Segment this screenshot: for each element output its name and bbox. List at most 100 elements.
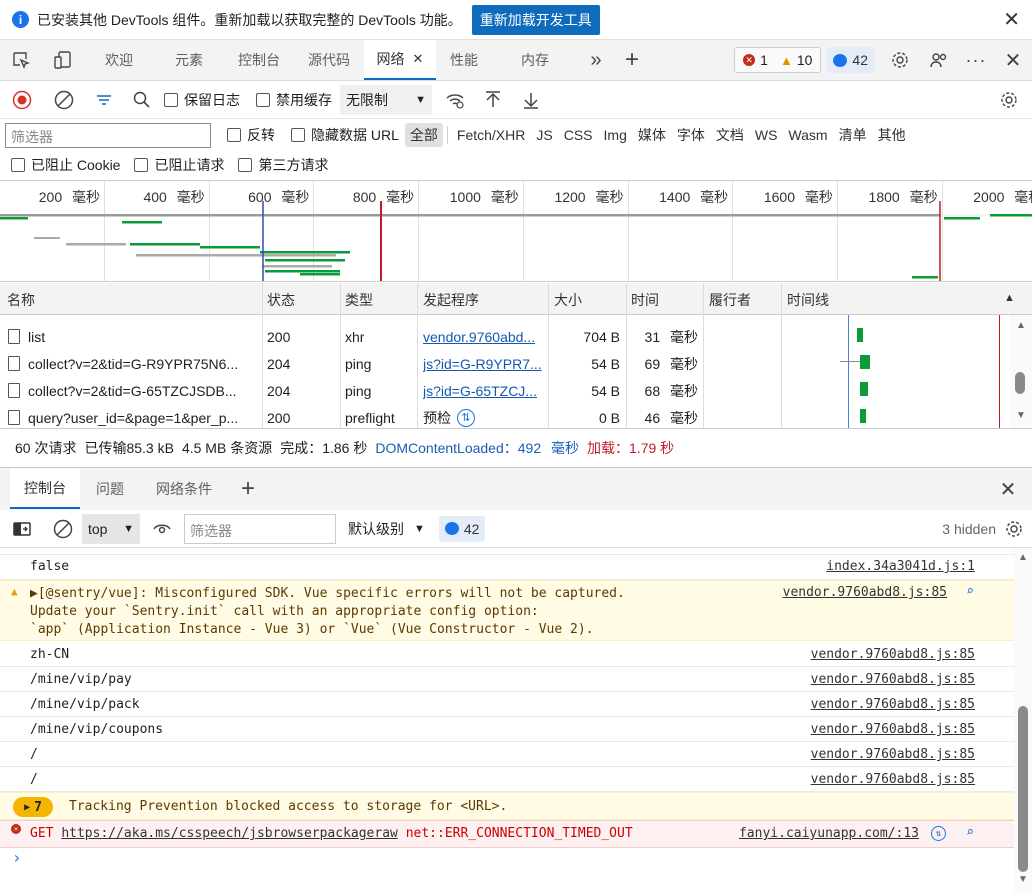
- scroll-down-icon[interactable]: ▼: [1018, 874, 1028, 885]
- console-issues-counter[interactable]: 42: [438, 515, 486, 542]
- network-overview[interactable]: 200 毫秒 400 毫秒 600 毫秒 800 毫秒 1000 毫秒 1200 毫秒 14…: [0, 180, 1032, 282]
- col-status[interactable]: 状态: [267, 290, 295, 310]
- live-expression-eye-icon[interactable]: [140, 510, 184, 548]
- clear-icon[interactable]: [44, 81, 84, 119]
- drawer-tab-issues[interactable]: 问题: [80, 469, 140, 509]
- tab-welcome[interactable]: 欢迎: [84, 40, 154, 80]
- error-warning-counter[interactable]: ✕ 1 ▲ 10: [734, 47, 822, 73]
- log-level-select[interactable]: 默认级别 ▼: [348, 519, 425, 539]
- drawer-tab-network-conditions[interactable]: 网络条件: [140, 469, 228, 509]
- clear-console-icon[interactable]: [44, 510, 82, 548]
- console-source-link[interactable]: vendor.9760abd8.js:85: [811, 722, 975, 737]
- error-url-link[interactable]: https://aka.ms/csspeech/jsbrowserpackage…: [61, 826, 398, 841]
- blocked-cookies-box[interactable]: [11, 158, 25, 172]
- hide-data-urls-checkbox[interactable]: 隐藏数据 URL: [291, 125, 399, 145]
- console-warning-group-row[interactable]: ▶ 7 Tracking Prevention blocked access t…: [0, 792, 1014, 820]
- console-sidebar-icon[interactable]: [0, 510, 44, 548]
- console-filter-input[interactable]: 筛选器: [184, 513, 336, 544]
- invert-checkbox[interactable]: 反转: [227, 125, 275, 145]
- blocked-cookies-checkbox[interactable]: 已阻止 Cookie: [11, 155, 120, 175]
- preserve-log-box[interactable]: [164, 92, 178, 107]
- inspect-element-icon[interactable]: [0, 40, 42, 80]
- infobar-close-icon[interactable]: ✕: [1003, 7, 1020, 32]
- col-size[interactable]: 大小: [554, 290, 582, 310]
- console-scrollbar[interactable]: ▲ ▼: [1014, 548, 1032, 892]
- device-emulation-icon[interactable]: [42, 40, 84, 80]
- reload-devtools-button[interactable]: 重新加载开发工具: [471, 4, 600, 35]
- preserve-log-checkbox[interactable]: 保留日志: [164, 90, 240, 110]
- tab-console[interactable]: 控制台: [224, 40, 294, 80]
- more-tabs-icon[interactable]: »: [578, 40, 614, 80]
- import-har-icon[interactable]: [474, 81, 512, 119]
- tab-sources[interactable]: 源代码: [294, 40, 364, 80]
- type-filter-img[interactable]: Img: [599, 123, 632, 147]
- search-icon[interactable]: [124, 81, 160, 119]
- col-time[interactable]: 时间: [631, 290, 659, 310]
- type-filter-doc[interactable]: 文档: [711, 123, 749, 147]
- drawer-add-tab-icon[interactable]: +: [228, 469, 268, 509]
- network-filter-input[interactable]: 筛选器: [5, 122, 211, 148]
- drawer-close-icon[interactable]: ✕: [984, 469, 1032, 509]
- search-icon[interactable]: ⌕: [966, 825, 974, 840]
- type-filter-wasm[interactable]: Wasm: [783, 123, 832, 147]
- scrollbar-thumb[interactable]: [1018, 706, 1028, 872]
- console-source-link[interactable]: vendor.9760abd8.js:85: [811, 747, 975, 762]
- type-filter-css[interactable]: CSS: [559, 123, 598, 147]
- third-party-checkbox[interactable]: 第三方请求: [238, 155, 328, 175]
- search-icon[interactable]: ⌕: [966, 584, 974, 599]
- type-filter-ws[interactable]: WS: [750, 123, 783, 147]
- col-fulfilled-by[interactable]: 履行者: [709, 290, 751, 310]
- type-filter-other[interactable]: 其他: [873, 123, 911, 147]
- request-initiator-link[interactable]: js?id=G-R9YPR7...: [423, 350, 545, 377]
- console-settings-gear-icon[interactable]: [996, 510, 1032, 548]
- network-conditions-icon[interactable]: [436, 81, 474, 119]
- drawer-tab-console[interactable]: 控制台: [10, 469, 80, 509]
- type-filter-media[interactable]: 媒体: [633, 123, 671, 147]
- console-source-link[interactable]: index.34a3041d.js:1: [826, 559, 975, 574]
- preflight-link-icon[interactable]: ⇅: [457, 408, 475, 427]
- blocked-requests-box[interactable]: [134, 158, 149, 172]
- type-filter-fetch-xhr[interactable]: Fetch/XHR: [452, 123, 530, 147]
- scroll-down-icon[interactable]: ▼: [1016, 410, 1026, 421]
- context-select[interactable]: top ▼: [82, 513, 140, 544]
- network-settings-gear-icon[interactable]: [986, 81, 1032, 119]
- hide-data-urls-box[interactable]: [291, 128, 305, 142]
- export-har-icon[interactable]: [512, 81, 550, 119]
- sort-ascending-icon[interactable]: ▲: [1004, 292, 1015, 304]
- throttling-select[interactable]: 无限制 ▼: [340, 84, 432, 115]
- console-source-link[interactable]: vendor.9760abd8.js:85: [811, 672, 975, 687]
- console-source-link[interactable]: fanyi.caiyunapp.com/:13: [739, 826, 919, 841]
- close-devtools-icon[interactable]: ✕: [994, 40, 1032, 80]
- col-name[interactable]: 名称: [7, 290, 35, 310]
- third-party-box[interactable]: [238, 158, 253, 172]
- col-initiator[interactable]: 发起程序: [423, 290, 479, 310]
- add-tab-icon[interactable]: +: [614, 40, 650, 80]
- col-type[interactable]: 类型: [345, 290, 373, 310]
- tab-network[interactable]: 网络 ✕: [364, 40, 436, 80]
- tab-memory[interactable]: 内存: [492, 40, 578, 80]
- blocked-requests-checkbox[interactable]: 已阻止请求: [134, 155, 224, 175]
- type-filter-all[interactable]: 全部: [404, 123, 443, 147]
- type-filter-js[interactable]: JS: [531, 123, 557, 147]
- console-prompt-row[interactable]: ›: [0, 848, 1014, 888]
- scroll-up-icon[interactable]: ▲: [1018, 552, 1028, 563]
- console-source-link[interactable]: vendor.9760abd8.js:85: [811, 647, 975, 662]
- tab-elements[interactable]: 元素: [154, 40, 224, 80]
- col-waterfall[interactable]: 时间线: [787, 290, 829, 310]
- disable-cache-box[interactable]: [256, 92, 270, 107]
- type-filter-manifest[interactable]: 清单: [834, 123, 872, 147]
- filter-icon[interactable]: [84, 81, 124, 119]
- warning-group-badge[interactable]: ▶ 7: [13, 797, 53, 817]
- type-filter-font[interactable]: 字体: [672, 123, 710, 147]
- settings-gear-icon[interactable]: [880, 40, 920, 80]
- request-initiator-link[interactable]: js?id=G-65TZCJ...: [423, 377, 545, 404]
- console-source-link[interactable]: vendor.9760abd8.js:85: [811, 697, 975, 712]
- request-initiator-link[interactable]: vendor.9760abd...: [423, 323, 545, 350]
- invert-box[interactable]: [227, 128, 241, 142]
- console-source-link[interactable]: vendor.9760abd8.js:85: [783, 585, 947, 600]
- record-icon[interactable]: [0, 81, 44, 119]
- customize-icon[interactable]: [920, 40, 958, 80]
- console-message-text[interactable]: ▶[@sentry/vue]: Misconfigured SDK. Vue s…: [30, 585, 625, 639]
- more-options-icon[interactable]: ···: [958, 40, 994, 80]
- issues-counter[interactable]: 42: [827, 47, 874, 73]
